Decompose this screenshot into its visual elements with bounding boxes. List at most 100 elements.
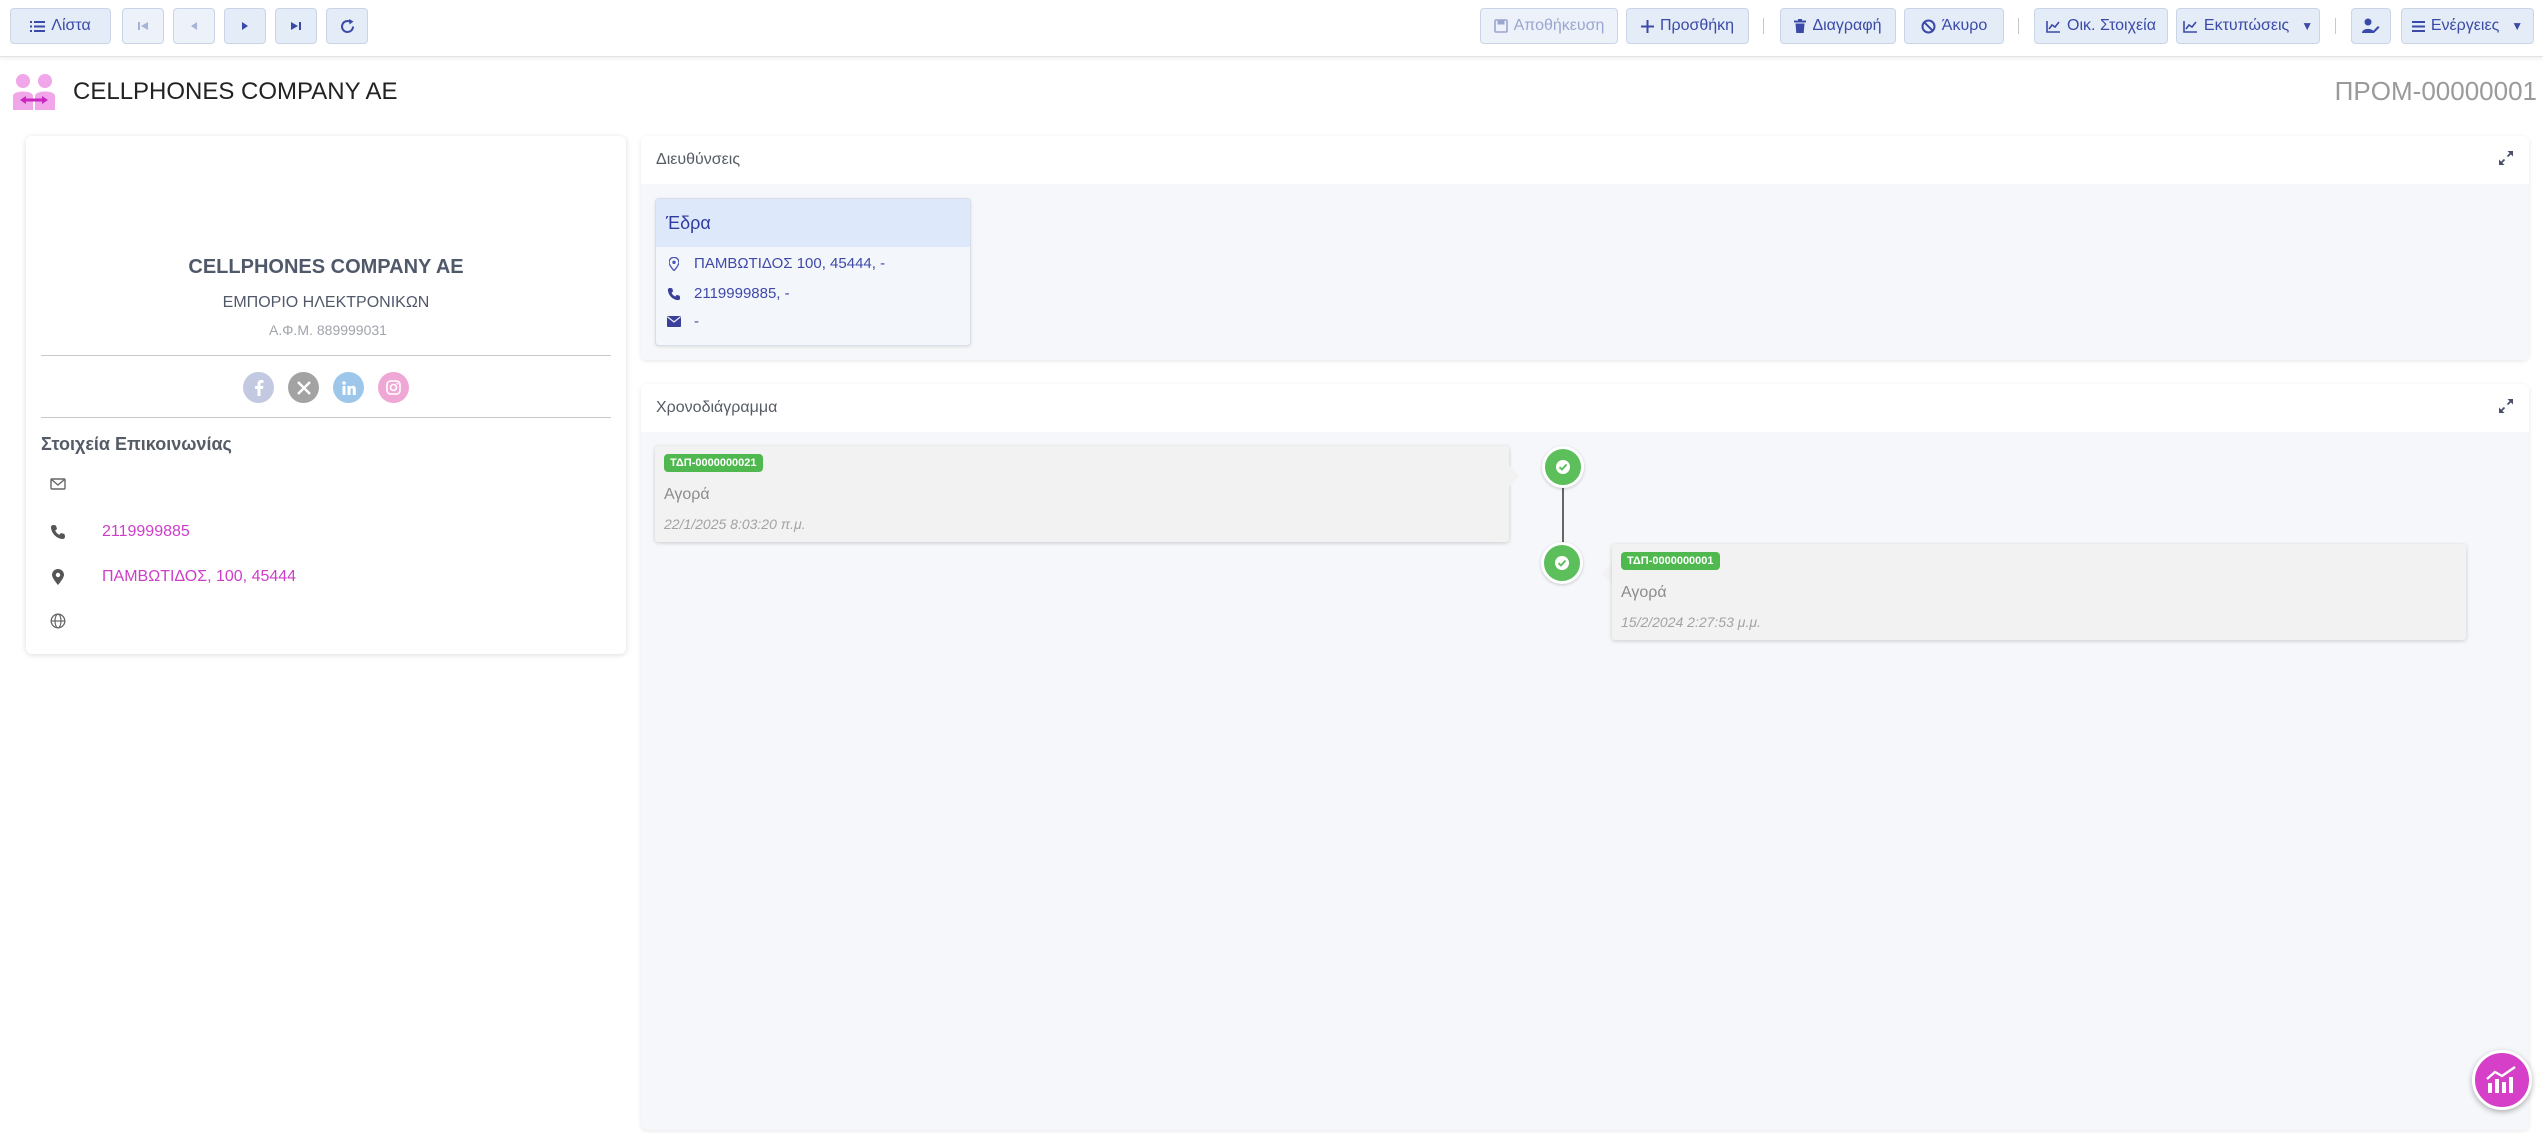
vat-label: Α.Φ.Μ. [269,322,313,338]
save-button[interactable]: Αποθήκευση [1480,8,1618,44]
address-card-address: ΠΑΜΒΩΤΙΔΟΣ 100, 45444, - [694,255,886,272]
caret-down-icon: ▼ [2301,19,2314,33]
refresh-icon [340,18,354,33]
contact-section-title: Στοιχεία Επικοινωνίας [41,434,232,454]
cancel-button-label: Άκυρο [1941,17,1988,34]
timeline-item[interactable]: ΤΔΠ-0000000001 Αγορά 15/2/2024 2:27:53 μ… [1612,544,2466,640]
list-icon [30,20,46,32]
timeline-panel: Χρονοδιάγραμμα ΤΔΠ-0000000021 Αγορά 22/1… [641,384,2529,1130]
addresses-panel-header: Διευθύνσεις [641,136,2529,184]
expand-icon[interactable] [2498,398,2514,419]
timeline-item-date: 15/2/2024 2:27:53 μ.μ. [1621,614,1761,630]
profile-vat: Α.Φ.Μ. 889999031 [26,322,626,338]
toolbar-divider [2335,18,2336,34]
add-button[interactable]: Προσθήκη [1626,8,1749,44]
delete-button[interactable]: Διαγραφή [1780,8,1896,44]
customer-logo-icon [11,72,57,117]
financial-data-button-label: Οικ. Στοιχεία [2067,17,2156,34]
trash-icon [1794,19,1807,33]
phone-icon [48,524,68,540]
bars-icon [2411,20,2425,32]
address-card[interactable]: Έδρα ΠΑΜΒΩΤΙΔΟΣ 100, 45444, - 2119999885… [655,198,971,346]
toolbar-divider [2018,18,2019,34]
timeline-item-code: ΤΔΠ-0000000021 [664,454,763,472]
profile-card: CELLPHONES COMPANY AE ΕΜΠΟΡΙΟ ΗΛΕΚΤΡΟΝΙΚ… [26,136,626,654]
next-icon [242,22,248,30]
chart-line-icon [2046,20,2061,33]
addresses-panel: Διευθύνσεις Έδρα ΠΑΜΒΩΤΙΔΟΣ 100, 45444, … [641,136,2529,360]
profile-activity: ΕΜΠΟΡΙΟ ΗΛΕΚΤΡΟΝΙΚΩΝ [222,294,430,311]
previous-icon [191,22,197,30]
vat-value: 889999031 [316,322,387,338]
contact-phone[interactable]: 2119999885 [102,523,190,541]
cancel-button[interactable]: Άκυρο [1904,8,2004,44]
analytics-fab-button[interactable] [2472,1050,2532,1110]
instagram-icon[interactable] [378,372,409,403]
prints-dropdown[interactable]: Εκτυπώσεις ▼ [2176,8,2320,44]
contact-address[interactable]: ΠΑΜΒΩΤΙΔΟΣ, 100, 45444 [102,568,296,586]
previous-record-button[interactable] [173,8,215,44]
timeline-item-pointer [1509,466,1519,486]
actions-dropdown[interactable]: Ενέργειες ▼ [2401,8,2534,44]
timeline-item-pointer [1602,564,1612,584]
check-icon [1541,542,1583,584]
list-button-label: Λίστα [51,17,91,34]
divider [41,355,611,356]
save-icon [1493,19,1508,33]
expand-icon[interactable] [2498,150,2514,171]
contact-address-row: ΠΑΜΒΩΤΙΔΟΣ, 100, 45444 [48,568,296,586]
envelope-icon [666,316,682,327]
delete-button-label: Διαγραφή [1812,17,1882,34]
toolbar-divider [1763,18,1764,34]
list-button[interactable]: Λίστα [10,8,111,44]
timeline-panel-title: Χρονοδιάγραμμα [656,399,778,416]
record-code: ΠΡΟΜ-00000001 [2334,76,2537,106]
check-icon [1542,446,1584,488]
save-button-label: Αποθήκευση [1513,17,1605,34]
prints-dropdown-label: Εκτυπώσεις [2203,17,2290,34]
timeline-item-date: 22/1/2025 8:03:20 π.μ. [664,516,806,532]
x-icon[interactable] [288,372,319,403]
address-card-email-row: - [666,313,699,330]
first-record-button[interactable] [122,8,164,44]
divider [41,417,611,418]
map-marker-icon [666,256,682,271]
user-edit-icon [2362,18,2380,33]
address-card-phone: 2119999885, - [694,285,790,302]
globe-icon [48,613,68,629]
phone-icon [666,287,682,301]
financial-data-button[interactable]: Οικ. Στοιχεία [2034,8,2168,44]
chart-line-icon [2486,1066,2516,1093]
caret-down-icon: ▼ [2511,19,2524,33]
plus-icon [1640,19,1654,33]
envelope-icon [48,478,68,490]
contact-phone-row: 2119999885 [48,523,190,541]
linkedin-icon[interactable] [333,372,364,403]
last-record-button[interactable] [275,8,317,44]
timeline-item[interactable]: ΤΔΠ-0000000021 Αγορά 22/1/2025 8:03:20 π… [655,446,1509,542]
toolbar: Λίστα Αποθήκευση Προσθήκη Διαγραφή Άκυρο… [0,0,2543,57]
contact-website-row [48,613,102,629]
facebook-icon[interactable] [243,372,274,403]
address-card-address-row: ΠΑΜΒΩΤΙΔΟΣ 100, 45444, - [666,255,885,272]
timeline-item-type: Αγορά [664,486,710,503]
add-button-label: Προσθήκη [1659,17,1735,34]
address-card-email: - [694,313,699,330]
ban-icon [1921,19,1936,33]
skip-last-icon [291,22,301,30]
profile-name: CELLPHONES COMPANY AE [188,256,464,278]
address-card-title: Έδρα [656,199,970,247]
chart-line-icon [2183,20,2197,33]
actions-dropdown-label: Ενέργειες [2430,17,2500,34]
contact-email-row [48,478,102,490]
refresh-button[interactable] [326,8,368,44]
timeline-item-code: ΤΔΠ-0000000001 [1621,552,1720,570]
map-marker-icon [48,569,68,585]
page-title: CELLPHONES COMPANY AE [73,78,398,105]
timeline-item-type: Αγορά [1621,584,1667,601]
next-record-button[interactable] [224,8,266,44]
addresses-panel-title: Διευθύνσεις [656,151,741,168]
user-edit-button[interactable] [2351,8,2391,44]
social-links [26,372,626,403]
skip-first-icon [138,22,148,30]
